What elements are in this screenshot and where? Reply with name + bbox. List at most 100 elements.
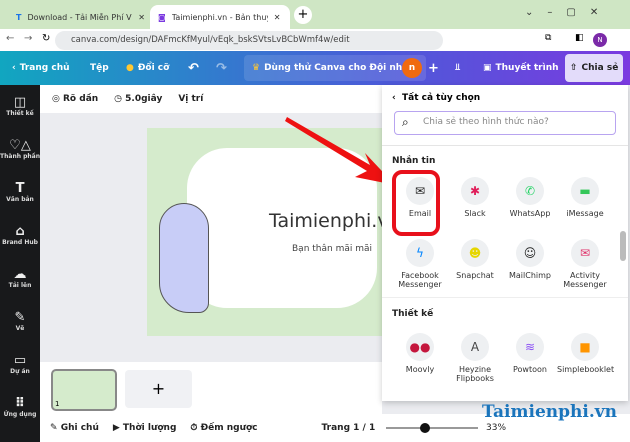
app-label: Activity Messenger xyxy=(563,271,607,289)
duration-button[interactable]: ◷ 5.0giây xyxy=(114,94,162,104)
file-menu[interactable]: Tệp xyxy=(90,51,109,85)
canva-header: ‹ Trang chủ Tệp ● Đổi cỡ ↶ ↷ ♛ Dùng thử Can… xyxy=(0,51,630,85)
tab-canva[interactable]: ◙Taimienphi.vn - Bản thuyết trình✕ xyxy=(150,5,290,29)
zoom-level[interactable]: 33% xyxy=(486,423,506,433)
share-app-snapchat[interactable]: ☻ Snapchat xyxy=(447,239,503,280)
dinosaur-illustration xyxy=(159,203,209,313)
tab-favicon-icon: T xyxy=(16,12,22,22)
chevron-left-icon: ‹ xyxy=(12,63,16,73)
editor-toolbar: ◎ Rõ dần ◷ 5.0giây Vị trí xyxy=(40,85,382,113)
resize-button[interactable]: ● Đổi cỡ xyxy=(126,51,169,85)
home-button[interactable]: ‹ Trang chủ xyxy=(12,51,70,85)
snapchat-icon: ☻ xyxy=(461,239,489,267)
sidebar-item-text[interactable]: T Văn bản xyxy=(0,181,40,203)
back-to-all-options[interactable]: ‹ Tất cả tùy chọn xyxy=(392,93,480,103)
position-button[interactable]: Vị trí xyxy=(178,94,203,104)
back-icon[interactable]: ← xyxy=(6,33,14,44)
simplebooklet-icon: ■ xyxy=(571,333,599,361)
app-label: Moovly xyxy=(405,365,435,374)
share-search-input[interactable]: Chia sẻ theo hình thức nào? xyxy=(394,111,616,135)
crown-icon: ● xyxy=(126,63,134,73)
share-app-activity-messenger[interactable]: ✉ Activity Messenger xyxy=(557,239,613,289)
apps-icon: ⠿ xyxy=(14,396,26,411)
sidebar-item-brand[interactable]: ⌂ Brand Hub xyxy=(0,224,40,246)
upload-icon: ☁ xyxy=(13,267,27,282)
url-input[interactable]: canva.com/design/DAFmcKfMyul/vEqk_bskSVt… xyxy=(55,31,443,50)
close-icon[interactable]: ✕ xyxy=(138,13,145,22)
present-button[interactable]: ▣ Thuyết trình xyxy=(483,51,559,85)
tab-favicon-icon: ◙ xyxy=(158,12,166,22)
new-tab-button[interactable]: + xyxy=(294,6,312,24)
add-page-button[interactable]: + xyxy=(125,370,192,408)
share-app-imessage[interactable]: ▬ iMessage xyxy=(557,177,613,218)
fade-button[interactable]: ◎ Rõ dần xyxy=(52,94,98,104)
share-app-powtoon[interactable]: ≋ Powtoon xyxy=(502,333,558,374)
folder-icon: ▭ xyxy=(13,353,27,368)
profile-avatar[interactable]: N xyxy=(593,33,607,47)
share-app-facebook-messenger[interactable]: ϟ Facebook Messenger xyxy=(392,239,448,289)
shapes-icon: ♡△ xyxy=(9,138,31,153)
slack-icon: ✱ xyxy=(461,177,489,205)
add-member-button[interactable]: + xyxy=(428,51,439,85)
share-app-mailchimp[interactable]: ☺ MailChimp xyxy=(502,239,558,280)
whatsapp-icon: ✆ xyxy=(516,177,544,205)
sidebar-item-uploads[interactable]: ☁ Tải lên xyxy=(0,267,40,289)
imessage-icon: ▬ xyxy=(571,177,599,205)
extensions-icon[interactable]: ⧉ xyxy=(545,33,551,43)
app-label: Slack xyxy=(464,209,486,218)
sidebar-item-projects[interactable]: ▭ Dự án xyxy=(0,353,40,375)
sidebar-item-draw[interactable]: ✎ Vẽ xyxy=(0,310,40,332)
draw-icon: ✎ xyxy=(14,310,26,325)
heyzine-flipbooks-icon: A xyxy=(461,333,489,361)
close-icon[interactable]: ✕ xyxy=(274,13,281,22)
share-button[interactable]: ⇧ Chia sẻ xyxy=(565,54,624,82)
slide-subtitle: Bạn thân mãi mãi xyxy=(292,244,372,254)
present-icon: ▣ xyxy=(483,63,492,73)
window-controls[interactable]: ⌄–▢✕ xyxy=(525,7,612,18)
sidebar: ◫ Thiết kế ♡△ Thành phần T Văn bản ⌂ Brand H… xyxy=(0,85,40,442)
browser-tab-bar: TDownload - Tải Miễn Phí VN - P✕ ◙Taimie… xyxy=(0,0,630,29)
zoom-slider-handle[interactable] xyxy=(420,423,430,433)
facebook-messenger-icon: ϟ xyxy=(406,239,434,267)
app-label: Powtoon xyxy=(513,365,547,374)
address-bar-row: ← → ↻ canva.com/design/DAFmcKfMyul/vEqk_… xyxy=(0,29,630,51)
email-highlight-box xyxy=(392,170,440,236)
page-thumbnail[interactable]: 1 xyxy=(51,369,117,411)
timer-button[interactable]: ⏱ Đếm ngược xyxy=(190,423,257,433)
zoom-slider[interactable] xyxy=(386,423,478,433)
analytics-icon[interactable]: ⫫ xyxy=(455,51,460,85)
share-app-whatsapp[interactable]: ✆ WhatsApp xyxy=(502,177,558,218)
notes-button[interactable]: ✎ Ghi chú xyxy=(50,423,99,433)
sidebar-item-design[interactable]: ◫ Thiết kế xyxy=(0,95,40,117)
undo-button[interactable]: ↶ xyxy=(188,51,199,85)
sidebar-item-apps[interactable]: ⠿ Ứng dụng xyxy=(0,396,40,418)
forward-icon[interactable]: → xyxy=(24,33,32,44)
tab-download[interactable]: TDownload - Tải Miễn Phí VN - P✕ xyxy=(8,5,153,29)
slide-title: Taimienphi.v xyxy=(269,210,382,232)
share-panel: ‹ Tất cả tùy chọn Chia sẻ theo hình thức… xyxy=(382,85,628,401)
share-app-heyzine-flipbooks[interactable]: A Heyzine Flipbooks xyxy=(447,333,503,383)
share-app-slack[interactable]: ✱ Slack xyxy=(447,177,503,218)
app-label: WhatsApp xyxy=(509,209,551,218)
mailchimp-icon: ☺ xyxy=(516,239,544,267)
reload-icon[interactable]: ↻ xyxy=(42,33,50,44)
divider xyxy=(382,145,628,146)
share-app-simplebooklet[interactable]: ■ Simplebooklet xyxy=(557,333,615,374)
share-app-moovly[interactable]: ●● Moovly xyxy=(392,333,448,374)
team-trial-button[interactable]: ♛ Dùng thử Canva cho Đội nhóm xyxy=(244,55,426,81)
sidebar-item-elements[interactable]: ♡△ Thành phần xyxy=(0,138,40,160)
app-label: Simplebooklet xyxy=(557,365,615,374)
app-label: Facebook Messenger xyxy=(398,271,442,289)
crown-icon: ♛ xyxy=(252,63,261,73)
sidepanel-icon[interactable]: ◧ xyxy=(575,33,584,43)
avatar[interactable]: n xyxy=(402,58,422,78)
section-design: Thiết kế xyxy=(392,309,434,319)
text-icon: T xyxy=(15,181,25,196)
scrollbar[interactable] xyxy=(620,231,626,261)
search-icon: ⌕ xyxy=(402,115,409,129)
section-messaging: Nhắn tin xyxy=(392,156,436,166)
powtoon-icon: ≋ xyxy=(516,333,544,361)
timing-button[interactable]: ▶ Thời lượng xyxy=(113,423,177,433)
moovly-icon: ●● xyxy=(406,333,434,361)
redo-button[interactable]: ↷ xyxy=(216,51,227,85)
